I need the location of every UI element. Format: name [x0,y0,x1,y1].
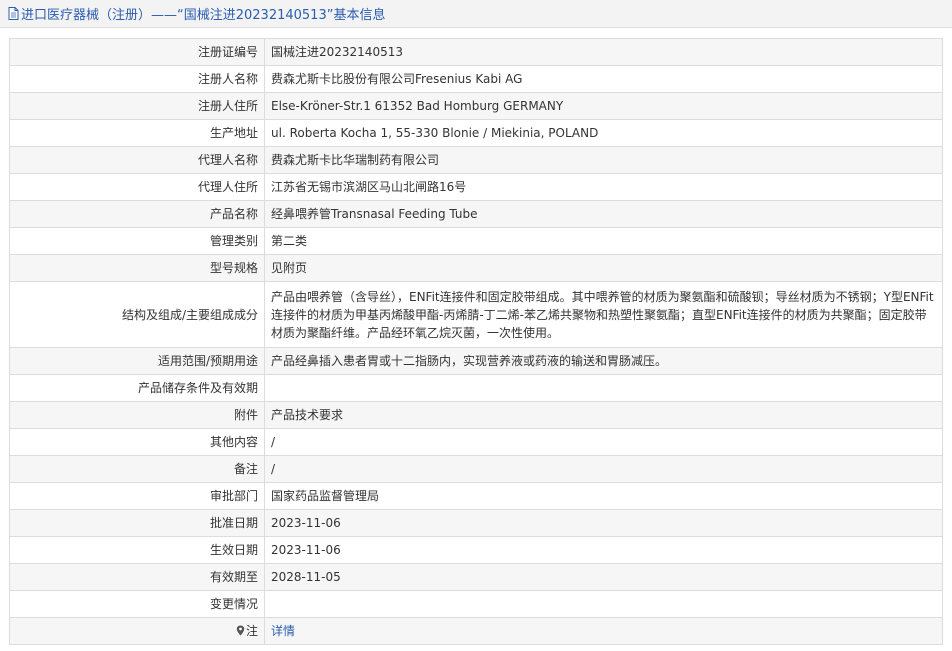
field-label: 代理人住所 [9,173,265,201]
table-row: 注册证编号 国械注进20232140513 [9,38,943,66]
field-label: 批准日期 [9,509,265,537]
field-value: 国家药品监督管理局 [264,482,943,510]
field-value: 产品技术要求 [264,401,943,429]
field-label: 产品储存条件及有效期 [9,374,265,402]
table-row: 生产地址 ul. Roberta Kocha 1, 55-330 Blonie … [9,119,943,147]
note-label-cell: 注 [9,617,265,645]
field-value: / [264,455,943,483]
field-label: 型号规格 [9,254,265,282]
field-label: 附件 [9,401,265,429]
field-value: 费森尤斯卡比华瑞制药有限公司 [264,146,943,174]
page-title: 进口医疗器械（注册）——“国械注进20232140513”基本信息 [21,8,386,23]
table-row: 注 详情 [9,617,943,645]
field-value: 见附页 [264,254,943,282]
table-row: 注册人名称 费森尤斯卡比股份有限公司Fresenius Kabi AG [9,65,943,93]
field-label: 管理类别 [9,227,265,255]
table-row: 产品名称 经鼻喂养管Transnasal Feeding Tube [9,200,943,228]
table-row: 有效期至 2028-11-05 [9,563,943,591]
details-link[interactable]: 详情 [271,624,295,638]
field-label: 其他内容 [9,428,265,456]
table-row: 结构及组成/主要组成成分 产品由喂养管（含导丝），ENFit连接件和固定胶带组成… [9,281,943,348]
table-row: 生效日期 2023-11-06 [9,536,943,564]
field-value: 产品经鼻插入患者胃或十二指肠内，实现营养液或药液的输送和胃肠减压。 [264,347,943,375]
field-label: 生效日期 [9,536,265,564]
field-label: 代理人名称 [9,146,265,174]
field-label: 有效期至 [9,563,265,591]
note-label: 注 [245,623,258,638]
field-label: 注册人住所 [9,92,265,120]
field-value [264,374,943,402]
field-value: 经鼻喂养管Transnasal Feeding Tube [264,200,943,228]
field-value: 2023-11-06 [264,509,943,537]
table-row: 批准日期 2023-11-06 [9,509,943,537]
field-label: 变更情况 [9,590,265,618]
field-label: 注册人名称 [9,65,265,93]
field-value: 2028-11-05 [264,563,943,591]
field-value: 江苏省无锡市滨湖区马山北闸路16号 [264,173,943,201]
field-label: 适用范围/预期用途 [9,347,265,375]
field-value: / [264,428,943,456]
table-row: 备注 / [9,455,943,483]
page-title-bar: 进口医疗器械（注册）——“国械注进20232140513”基本信息 [0,0,952,28]
field-label: 审批部门 [9,482,265,510]
table-row: 产品储存条件及有效期 [9,374,943,402]
field-value: 产品由喂养管（含导丝），ENFit连接件和固定胶带组成。其中喂养管的材质为聚氨酯… [264,281,943,348]
document-icon [8,7,19,20]
table-row: 适用范围/预期用途 产品经鼻插入患者胃或十二指肠内，实现营养液或药液的输送和胃肠… [9,347,943,375]
field-label: 注册证编号 [9,38,265,66]
field-value: 国械注进20232140513 [264,38,943,66]
pin-icon [236,623,245,635]
table-row: 附件 产品技术要求 [9,401,943,429]
field-value: ul. Roberta Kocha 1, 55-330 Blonie / Mie… [264,119,943,147]
table-row: 审批部门 国家药品监督管理局 [9,482,943,510]
note-value-cell: 详情 [264,617,943,645]
table-row: 变更情况 [9,590,943,618]
field-label: 结构及组成/主要组成成分 [9,281,265,348]
field-label: 生产地址 [9,119,265,147]
field-value: 费森尤斯卡比股份有限公司Fresenius Kabi AG [264,65,943,93]
field-value: 2023-11-06 [264,536,943,564]
field-label: 备注 [9,455,265,483]
table-row: 代理人住所 江苏省无锡市滨湖区马山北闸路16号 [9,173,943,201]
field-value: 第二类 [264,227,943,255]
field-value [264,590,943,618]
table-row: 其他内容 / [9,428,943,456]
registration-info-table: 注册证编号 国械注进20232140513 注册人名称 费森尤斯卡比股份有限公司… [9,38,943,645]
field-label: 产品名称 [9,200,265,228]
table-row: 型号规格 见附页 [9,254,943,282]
table-row: 代理人名称 费森尤斯卡比华瑞制药有限公司 [9,146,943,174]
table-row: 管理类别 第二类 [9,227,943,255]
field-value: Else-Kröner-Str.1 61352 Bad Homburg GERM… [264,92,943,120]
table-row: 注册人住所 Else-Kröner-Str.1 61352 Bad Hombur… [9,92,943,120]
